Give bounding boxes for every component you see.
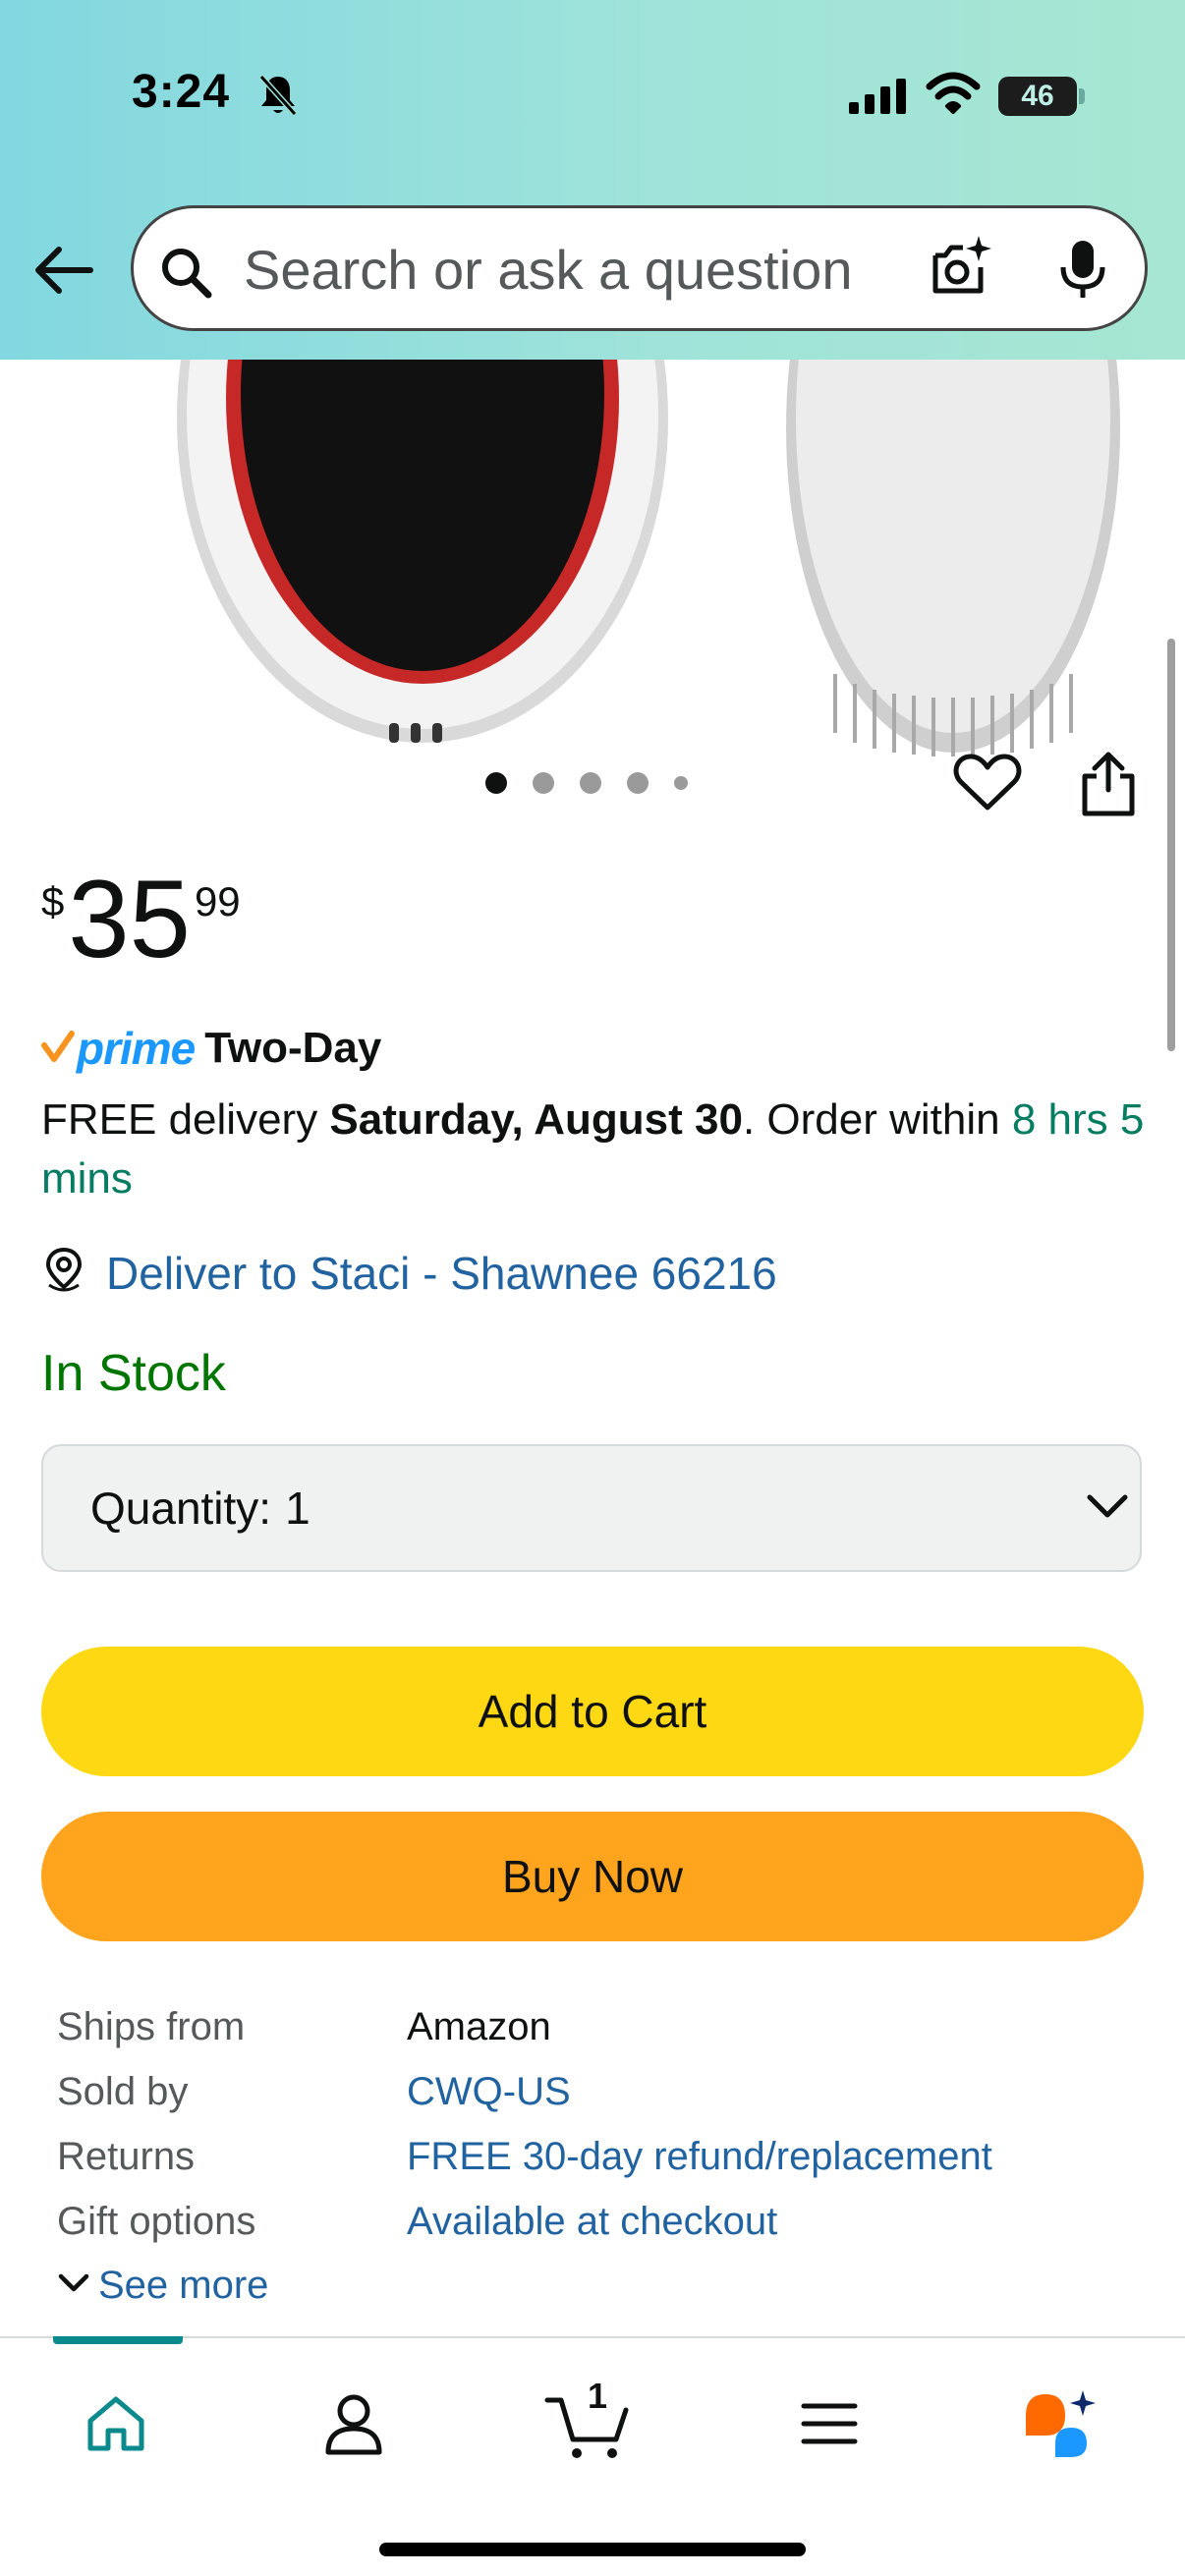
product-image-secondary bbox=[786, 360, 1120, 756]
home-icon bbox=[87, 2396, 144, 2451]
back-button[interactable] bbox=[29, 236, 98, 305]
hamburger-menu-icon bbox=[801, 2403, 858, 2444]
prime-check-icon bbox=[41, 1030, 75, 1068]
stock-status: In Stock bbox=[41, 1345, 226, 1402]
rufus-chat-icon bbox=[1026, 2390, 1096, 2457]
gallery-dot-1[interactable] bbox=[485, 772, 507, 794]
nav-account[interactable] bbox=[305, 2380, 403, 2468]
bell-muted-icon bbox=[254, 71, 303, 125]
wifi-icon bbox=[926, 71, 981, 121]
header: 3:24 46 bbox=[0, 0, 1185, 360]
info-value: Amazon bbox=[407, 2004, 551, 2048]
signal-icon bbox=[847, 77, 910, 121]
deliver-to-link[interactable]: Deliver to Staci - Shawnee 66216 bbox=[41, 1246, 777, 1300]
search-icon bbox=[157, 244, 214, 306]
microphone-icon[interactable] bbox=[1055, 238, 1110, 306]
info-key: Sold by bbox=[57, 2069, 189, 2113]
chevron-down-icon bbox=[57, 2271, 90, 2300]
price: $ 35 99 bbox=[41, 865, 241, 975]
add-to-cart-button[interactable]: Add to Cart bbox=[41, 1647, 1144, 1776]
nav-home[interactable] bbox=[67, 2380, 165, 2468]
nav-cart[interactable]: 1 bbox=[538, 2376, 637, 2468]
scroll-indicator[interactable] bbox=[1167, 639, 1175, 1051]
quantity-select[interactable]: Quantity: 1 bbox=[41, 1444, 1142, 1572]
info-row-sold-by: Sold by CWQ-US bbox=[57, 2059, 992, 2124]
price-whole: 35 bbox=[68, 858, 191, 980]
gift-options-link[interactable]: Available at checkout bbox=[407, 2200, 777, 2244]
buy-now-button[interactable]: Buy Now bbox=[41, 1812, 1144, 1941]
battery-level: 46 bbox=[1021, 80, 1054, 112]
home-indicator bbox=[379, 2543, 806, 2556]
delivery-date: Saturday, August 30 bbox=[329, 1095, 743, 1144]
info-key: Gift options bbox=[57, 2199, 256, 2243]
seller-link[interactable]: CWQ-US bbox=[407, 2070, 571, 2114]
gallery-dot-3[interactable] bbox=[580, 772, 601, 794]
battery-icon: 46 bbox=[998, 77, 1077, 116]
battery-nub bbox=[1079, 88, 1085, 104]
location-pin-icon bbox=[41, 1246, 86, 1300]
gallery-dot-5[interactable] bbox=[674, 776, 688, 790]
info-row-returns: Returns FREE 30-day refund/replacement bbox=[57, 2124, 992, 2189]
quantity-label: Quantity: bbox=[90, 1483, 272, 1534]
bottom-navigation: 1 bbox=[0, 2336, 1185, 2576]
delivery-message: FREE delivery Saturday, August 30. Order… bbox=[41, 1091, 1152, 1208]
seller-info-table: Ships from Amazon Sold by CWQ-US Returns… bbox=[57, 1994, 992, 2254]
prime-delivery-label: Two-Day bbox=[204, 1024, 382, 1072]
search-bar[interactable] bbox=[131, 205, 1148, 331]
back-arrow-icon bbox=[35, 247, 93, 294]
gallery-dot-4[interactable] bbox=[627, 772, 649, 794]
product-image-main bbox=[177, 360, 668, 743]
quantity-value: 1 bbox=[285, 1483, 310, 1534]
delivery-prefix: FREE delivery bbox=[41, 1095, 330, 1144]
active-tab-indicator bbox=[53, 2336, 183, 2344]
see-more-toggle[interactable]: See more bbox=[57, 2264, 268, 2308]
cart-count-badge: 1 bbox=[588, 2376, 608, 2416]
heart-icon[interactable] bbox=[953, 751, 1022, 818]
see-more-label: See more bbox=[98, 2264, 269, 2307]
camera-lens-icon[interactable] bbox=[926, 234, 994, 308]
price-symbol: $ bbox=[41, 878, 65, 924]
nav-rufus-assistant[interactable] bbox=[1012, 2380, 1110, 2468]
nav-menu[interactable] bbox=[780, 2380, 878, 2468]
gallery-pagination[interactable] bbox=[485, 772, 713, 794]
price-fraction: 99 bbox=[194, 878, 241, 924]
info-key: Ships from bbox=[57, 2004, 246, 2048]
info-row-gift-options: Gift options Available at checkout bbox=[57, 2189, 992, 2254]
delivery-middle: . Order within bbox=[742, 1095, 1012, 1144]
person-icon bbox=[325, 2394, 382, 2455]
info-row-ships-from: Ships from Amazon bbox=[57, 1994, 992, 2059]
prime-logo-text: prime bbox=[77, 1023, 196, 1074]
chevron-down-icon bbox=[1085, 1491, 1130, 1526]
share-icon[interactable] bbox=[1079, 751, 1138, 822]
prime-badge: prime Two-Day bbox=[41, 1022, 381, 1075]
deliver-to-text[interactable]: Deliver to Staci - Shawnee 66216 bbox=[106, 1247, 777, 1300]
gallery-dot-2[interactable] bbox=[533, 772, 554, 794]
status-time: 3:24 bbox=[132, 66, 231, 118]
returns-link[interactable]: FREE 30-day refund/replacement bbox=[407, 2135, 992, 2179]
info-key: Returns bbox=[57, 2134, 196, 2178]
